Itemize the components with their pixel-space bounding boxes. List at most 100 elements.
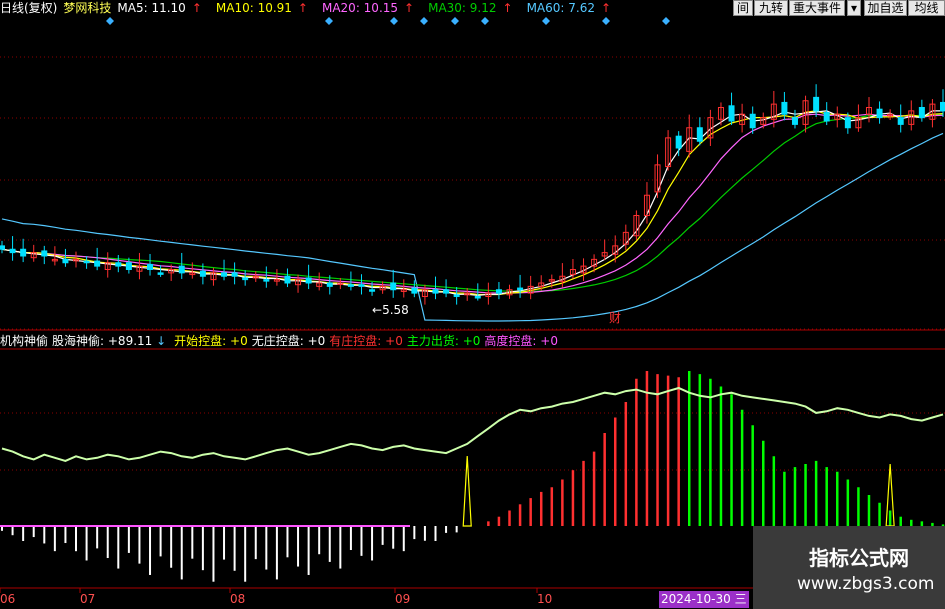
candle-body (326, 282, 333, 287)
candle-body (231, 272, 238, 277)
candle-body (876, 108, 883, 119)
candle-body (474, 296, 481, 299)
candle-body (453, 294, 460, 297)
watermark-title: 指标公式网 (809, 546, 909, 570)
signal-diamond (602, 17, 610, 25)
candle-body (41, 250, 48, 257)
indicator-legend-item: 主力出货: +0 (406, 334, 481, 348)
candle-body (443, 289, 450, 294)
x-tick-label: 06 (0, 592, 16, 606)
ma5-line (1, 110, 943, 297)
candle-body (813, 96, 820, 112)
candle-body (791, 117, 798, 125)
toolbar-button[interactable]: 九转 (754, 0, 788, 16)
candle-body (157, 272, 164, 275)
toolbar-button[interactable]: 重大事件 (789, 0, 845, 16)
indicator-legend-item: 股海神偷: +89.11 ↓ (52, 334, 167, 348)
candlesticks (0, 84, 945, 305)
candle-body (125, 262, 132, 270)
candle-body (369, 289, 376, 292)
candle-body (728, 105, 735, 122)
candle-body (94, 260, 101, 267)
x-tick-label: 09 (395, 592, 411, 606)
ma-legend-item: MA5: 11.10 ↑ (117, 1, 202, 15)
candle-body (844, 117, 851, 129)
candle-body (517, 287, 524, 291)
candle-body (242, 277, 249, 281)
period-label[interactable]: 日线(复权) (0, 1, 57, 15)
financial-report-marker[interactable]: 财 (609, 311, 621, 325)
ma30-line (1, 113, 944, 292)
candle-body (390, 282, 397, 291)
candle-body (411, 287, 418, 294)
grid (0, 56, 945, 593)
candle-body (432, 289, 439, 294)
candle-body (696, 127, 703, 142)
candle-body (897, 117, 904, 125)
candle-body (823, 112, 830, 122)
indicator-name[interactable]: 机构神偷 (0, 334, 48, 348)
candle-body (918, 107, 925, 119)
candle-body (495, 289, 502, 294)
watermark: 指标公式网 www.zbgs3.com (753, 526, 945, 609)
moving-average-lines (1, 110, 944, 322)
candle-body (83, 260, 90, 264)
signal-diamond (325, 17, 333, 25)
candle-body (147, 263, 154, 270)
indicator-legend-item: 高度控盘: +0 (484, 334, 558, 348)
low-price-label: ←5.58 (372, 303, 409, 317)
candle-body (9, 248, 16, 254)
ma-legend-item: MA60: 7.62 ↑ (526, 1, 612, 15)
signal-diamond (481, 17, 489, 25)
signal-diamond (451, 17, 459, 25)
candle-body (0, 245, 5, 250)
indicator-legend-item: 开始控盘: +0 (174, 334, 248, 348)
price-header: 日线(复权) 梦网科技 MA5: 11.10 ↑ MA10: 10.91 ↑ MA20: 1… (0, 0, 631, 16)
candle-body (940, 101, 945, 112)
ma60-line (1, 132, 944, 322)
indicator-legend: 股海神偷: +89.11 ↓ 开始控盘: +0 无庄控盘: +0 有庄控盘: +0 主力… (52, 334, 562, 348)
candle-body (781, 101, 788, 115)
candle-body (305, 277, 312, 284)
indicator-legend-item: 有庄控盘: +0 (329, 334, 403, 348)
indicator-legend-item: 无庄控盘: +0 (251, 334, 326, 348)
signal-diamond (390, 17, 398, 25)
candle-body (675, 135, 682, 149)
x-tick-label: 08 (230, 592, 246, 606)
ma-legend-item: MA30: 9.12 ↑ (428, 1, 513, 15)
indicator-line (1, 386, 944, 462)
chart-canvas (0, 17, 945, 593)
stock-name: 梦网科技 (63, 1, 112, 15)
signal-markers (106, 17, 670, 25)
signal-spike (462, 455, 472, 527)
candle-body (749, 113, 756, 129)
candle-body (20, 248, 27, 257)
candle-body (347, 284, 354, 287)
candle-body (358, 284, 365, 287)
ma10-line (1, 110, 944, 296)
candle-body (284, 275, 291, 284)
candle-body (115, 262, 122, 267)
cursor-date: 2024-10-30 三 (659, 591, 749, 608)
ma-legend-item: MA10: 10.91 ↑ (215, 1, 308, 15)
signal-diamond (542, 17, 550, 25)
toolbar-button[interactable]: 均线 (908, 0, 945, 16)
signal-diamond (106, 17, 114, 25)
indicator-header: 机构神偷 股海神偷: +89.11 ↓ 开始控盘: +0 无庄控盘: +0 有庄控盘: … (0, 333, 566, 349)
candle-body (263, 279, 270, 282)
candle-body (199, 270, 206, 277)
toolbar-button[interactable]: 加自选 (864, 0, 907, 16)
toolbar-button[interactable]: 间 (733, 0, 753, 16)
signal-diamond (662, 17, 670, 25)
candle-body (221, 272, 228, 277)
x-tick-label: 07 (80, 592, 96, 606)
signal-diamond (420, 17, 428, 25)
candle-body (62, 258, 69, 264)
candle-body (178, 265, 185, 274)
ma-legend-item: MA20: 10.15 ↑ (321, 1, 415, 15)
x-tick-label: 10 (537, 592, 553, 606)
ma-legend: MA5: 11.10 ↑ MA10: 10.91 ↑ MA20: 10.15 ↑ MA30:… (117, 1, 625, 15)
toolbar-button[interactable]: ▾ (847, 0, 861, 16)
line-股海神偷 (1, 386, 944, 462)
watermark-url: www.zbgs3.com (797, 574, 935, 594)
